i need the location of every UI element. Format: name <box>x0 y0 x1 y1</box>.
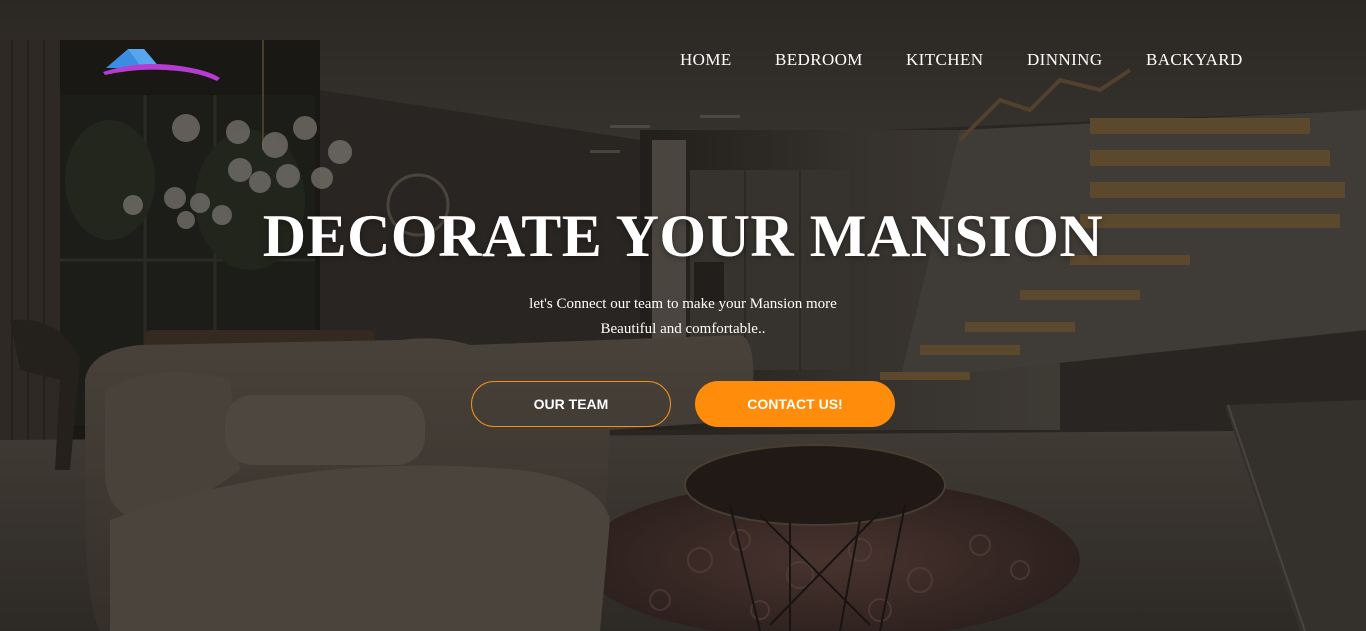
hero-section: HOME BEDROOM KITCHEN DINNING BACKYARD DE… <box>0 0 1366 631</box>
nav-backyard-link[interactable]: BACKYARD <box>1146 50 1243 70</box>
nav-bedroom-link[interactable]: BEDROOM <box>775 50 863 70</box>
nav-dinning-link[interactable]: DINNING <box>1027 50 1103 70</box>
our-team-button[interactable]: OUR TEAM <box>471 381 671 427</box>
main-nav: HOME BEDROOM KITCHEN DINNING BACKYARD <box>0 50 1366 70</box>
nav-home-link[interactable]: HOME <box>680 50 732 70</box>
nav-kitchen-link[interactable]: KITCHEN <box>906 50 983 70</box>
hero-headline: DECORATE YOUR MANSION <box>262 203 1104 269</box>
hero-subtitle-line-1: let's Connect our team to make your Mans… <box>529 296 837 312</box>
hero-dark-overlay <box>0 0 1366 631</box>
hero-subtitle-line-2: Beautiful and comfortable.. <box>600 321 766 337</box>
contact-us-button[interactable]: CONTACT US! <box>695 381 895 427</box>
